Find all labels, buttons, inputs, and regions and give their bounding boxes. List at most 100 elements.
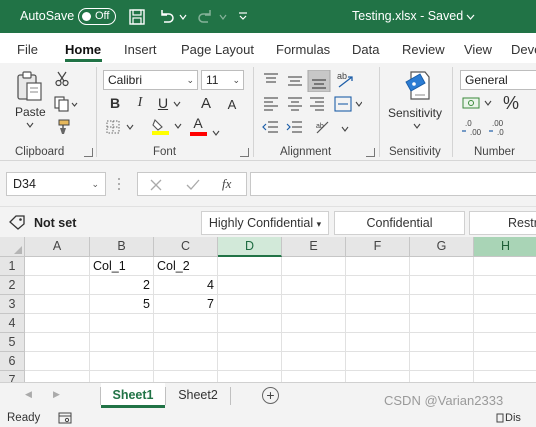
font-color-button[interactable]: A xyxy=(190,115,206,131)
grid-cell[interactable] xyxy=(154,352,218,371)
column-header-a[interactable]: A xyxy=(25,237,90,257)
decimal-icons[interactable]: .0 .00 .00 .0 xyxy=(462,118,522,136)
grid-cell[interactable] xyxy=(218,352,282,371)
tab-developer[interactable]: Devel xyxy=(511,42,536,57)
grid-cell[interactable] xyxy=(25,276,90,295)
row-header-3[interactable]: 3 xyxy=(0,295,25,314)
grid-cell[interactable] xyxy=(410,257,474,276)
grid-cell[interactable] xyxy=(474,276,536,295)
scroll-right-icon[interactable]: ▶ xyxy=(53,389,60,400)
row-header-4[interactable]: 4 xyxy=(0,314,25,333)
font-color-swatch-icon[interactable] xyxy=(190,130,220,138)
macro-recording-icon[interactable] xyxy=(58,412,72,424)
scroll-left-icon[interactable]: ◀ xyxy=(25,389,32,400)
grid-cell[interactable] xyxy=(90,352,154,371)
title-dropdown-icon[interactable] xyxy=(466,14,475,21)
clipboard-launcher-icon[interactable] xyxy=(84,148,93,157)
grid-cell[interactable] xyxy=(474,371,536,382)
cut-icon[interactable] xyxy=(55,71,69,87)
sensitivity-icon[interactable] xyxy=(403,69,433,103)
column-header-h[interactable]: H xyxy=(474,237,536,257)
row-header-1[interactable]: 1 xyxy=(0,257,25,276)
grid-cell[interactable] xyxy=(282,276,346,295)
grid-cell[interactable] xyxy=(346,295,410,314)
column-header-g[interactable]: G xyxy=(410,237,474,257)
tab-insert[interactable]: Insert xyxy=(124,42,157,57)
redo-icon[interactable] xyxy=(196,7,216,27)
grid-cell[interactable] xyxy=(282,333,346,352)
grid-cell[interactable] xyxy=(410,333,474,352)
enter-icon[interactable] xyxy=(186,179,200,191)
select-all-corner[interactable] xyxy=(0,237,25,257)
undo-dropdown-icon[interactable] xyxy=(179,13,187,21)
tab-file[interactable]: File xyxy=(17,42,38,57)
drag-handle-icon[interactable] xyxy=(117,177,121,191)
grid-cell[interactable] xyxy=(218,276,282,295)
cancel-icon[interactable] xyxy=(150,179,162,191)
paste-label[interactable]: Paste xyxy=(15,105,46,119)
cell-b2[interactable]: 2 xyxy=(90,276,154,295)
paste-dropdown-icon[interactable] xyxy=(26,122,34,128)
shrink-font-button[interactable]: A xyxy=(225,95,239,113)
grid-cell[interactable] xyxy=(90,371,154,382)
grid-cell[interactable] xyxy=(346,333,410,352)
grid-cell[interactable] xyxy=(474,352,536,371)
grid-cell[interactable] xyxy=(474,333,536,352)
grid-cell[interactable] xyxy=(154,333,218,352)
bold-button[interactable]: B xyxy=(106,94,124,112)
grid-cell[interactable] xyxy=(346,371,410,382)
grid-cell[interactable] xyxy=(218,333,282,352)
italic-button[interactable]: I xyxy=(131,94,149,112)
column-header-c[interactable]: C xyxy=(154,237,218,257)
percent-button[interactable]: % xyxy=(500,93,522,113)
tab-data[interactable]: Data xyxy=(352,42,379,57)
tab-view[interactable]: View xyxy=(464,42,492,57)
fill-color-icon[interactable] xyxy=(151,117,183,135)
tab-page-layout[interactable]: Page Layout xyxy=(181,42,254,57)
horizontal-align-icons[interactable] xyxy=(262,95,362,113)
sensitivity-highly-confidential[interactable]: Highly Confidential ▾ xyxy=(201,211,329,235)
row-header-6[interactable]: 6 xyxy=(0,352,25,371)
alignment-launcher-icon[interactable] xyxy=(366,148,375,157)
column-header-d[interactable]: D xyxy=(218,237,282,257)
paste-icon[interactable] xyxy=(15,70,45,102)
sensitivity-dropdown-icon[interactable] xyxy=(413,123,421,129)
grid-cell[interactable] xyxy=(25,333,90,352)
insert-function-button[interactable]: fx xyxy=(222,176,231,192)
grid-cell[interactable] xyxy=(410,276,474,295)
cell-c2[interactable]: 4 xyxy=(154,276,218,295)
display-settings-icon[interactable] xyxy=(496,413,504,423)
currency-icon[interactable] xyxy=(462,95,496,113)
save-icon[interactable] xyxy=(127,7,147,27)
grid-cell[interactable] xyxy=(410,352,474,371)
cell-b3[interactable]: 5 xyxy=(90,295,154,314)
add-sheet-button[interactable]: + xyxy=(262,387,279,404)
autosave-toggle[interactable]: Off xyxy=(78,8,116,25)
cell-b1[interactable]: Col_1 xyxy=(90,257,154,276)
grid-cell[interactable] xyxy=(346,314,410,333)
column-header-e[interactable]: E xyxy=(282,237,346,257)
borders-icon[interactable] xyxy=(106,120,136,134)
grid-cell[interactable] xyxy=(25,352,90,371)
grid-cell[interactable] xyxy=(346,276,410,295)
cell-c3[interactable]: 7 xyxy=(154,295,218,314)
column-header-b[interactable]: B xyxy=(90,237,154,257)
row-header-5[interactable]: 5 xyxy=(0,333,25,352)
grid-cell[interactable] xyxy=(474,314,536,333)
vertical-align-icons[interactable] xyxy=(262,70,342,92)
indent-icons[interactable]: ab xyxy=(262,119,337,135)
grid-cell[interactable] xyxy=(410,314,474,333)
copy-icon[interactable] xyxy=(54,96,78,112)
grid-cell[interactable] xyxy=(154,314,218,333)
redo-dropdown-icon[interactable] xyxy=(219,13,227,21)
grid-cell[interactable] xyxy=(25,257,90,276)
sensitivity-restricted[interactable]: Restri xyxy=(469,211,536,235)
format-painter-icon[interactable] xyxy=(54,119,70,135)
cell-c1[interactable]: Col_2 xyxy=(154,257,218,276)
grid-cell[interactable] xyxy=(90,314,154,333)
grid-cell[interactable] xyxy=(410,295,474,314)
grid-cell[interactable] xyxy=(346,257,410,276)
formula-input[interactable] xyxy=(250,172,536,196)
sheet-tab-sheet2[interactable]: Sheet2 xyxy=(166,383,230,408)
grid-cell[interactable] xyxy=(25,295,90,314)
